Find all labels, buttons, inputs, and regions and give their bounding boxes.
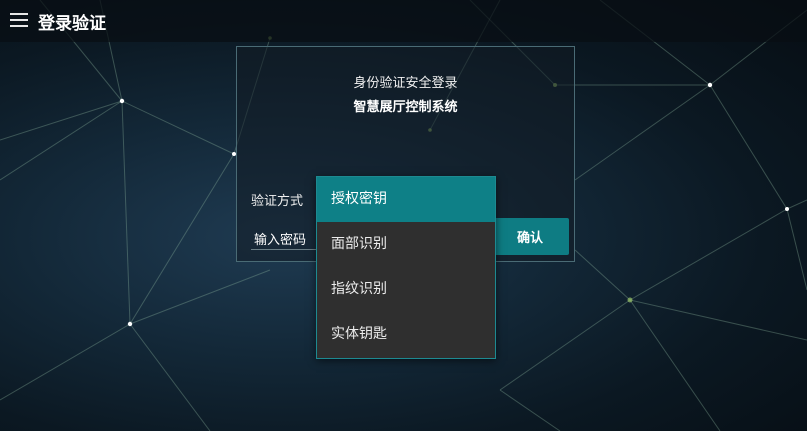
- confirm-button[interactable]: 确认: [491, 218, 569, 255]
- dropdown-option-fingerprint[interactable]: 指纹识别: [317, 267, 495, 312]
- app-header: 登录验证: [0, 0, 807, 42]
- hamburger-menu-icon[interactable]: [10, 13, 28, 29]
- page-title: 登录验证: [38, 14, 106, 34]
- card-subtitle: 身份验证安全登录: [353, 76, 458, 91]
- auth-method-label: 验证方式: [251, 194, 304, 209]
- auth-method-dropdown[interactable]: 授权密钥 面部识别 指纹识别 实体钥匙: [316, 176, 496, 359]
- dropdown-option-license-key[interactable]: 授权密钥: [317, 177, 495, 222]
- dropdown-option-physical-key[interactable]: 实体钥匙: [317, 312, 495, 357]
- system-name: 智慧展厅控制系统: [353, 100, 458, 115]
- password-field[interactable]: 输入密码: [254, 229, 306, 248]
- dropdown-option-face-recognition[interactable]: 面部识别: [317, 222, 495, 267]
